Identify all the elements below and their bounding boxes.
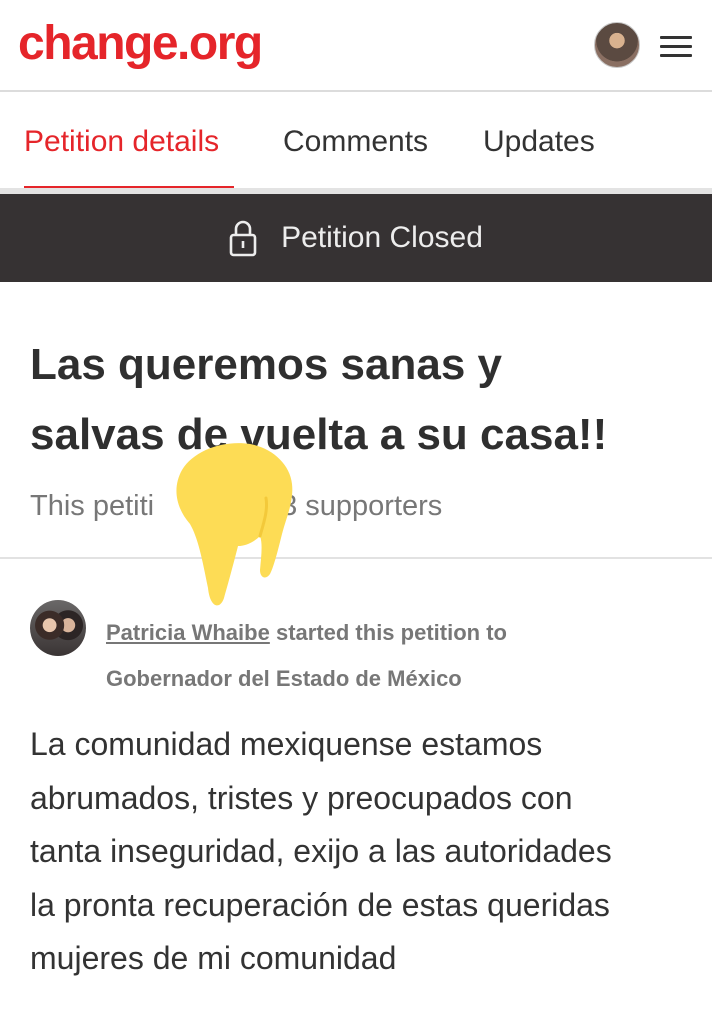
petition-title: Las queremos sanas y salvas de vuelta a … — [30, 330, 690, 470]
petition-title-line-2: salvas de vuelta a su casa!! — [30, 410, 608, 459]
tab-updates[interactable]: Updates — [483, 124, 595, 160]
description-line: abrumados, tristes y preocupados con — [30, 779, 573, 816]
petition-tabs: Petition details Comments Updates — [0, 94, 712, 190]
top-bar: change.org — [0, 0, 712, 92]
petition-page: change.org Petition details Comments Upd… — [0, 0, 712, 1024]
description-line: la pronta recuperación de estas queridas — [30, 886, 610, 923]
starter-avatar[interactable] — [30, 600, 86, 656]
pointing-hand-emoji-icon — [176, 443, 293, 606]
starter-name-link[interactable]: Patricia Whaibe — [106, 620, 270, 645]
starter-action-text: started this petition to — [269, 620, 507, 645]
supporters-prefix: This petiti — [30, 490, 155, 522]
section-divider — [0, 557, 712, 559]
lock-icon — [229, 220, 257, 257]
hamburger-menu-icon[interactable] — [660, 36, 692, 58]
petition-closed-banner: Petition Closed — [0, 194, 712, 282]
user-avatar[interactable] — [594, 22, 640, 68]
change-org-logo[interactable]: change.org — [18, 14, 263, 74]
petition-starter-info: Patricia Whaibe started this petition to… — [106, 610, 696, 702]
tab-comments[interactable]: Comments — [283, 124, 428, 160]
description-line: tanta inseguridad, exijo a las autoridad… — [30, 833, 612, 869]
supporters-suffix: 3 supporters — [281, 490, 443, 522]
description-line: mujeres de mi comunidad — [30, 940, 397, 976]
petition-target: Gobernador del Estado de México — [106, 666, 462, 691]
petition-title-line-1: Las queremos sanas y — [30, 340, 503, 389]
description-line: La comunidad mexiquense estamos — [30, 726, 543, 762]
petition-status-text: Petition Closed — [281, 221, 483, 254]
petition-description: La comunidad mexiquense estamos abrumado… — [30, 718, 700, 986]
tab-petition-details[interactable]: Petition details — [24, 124, 219, 160]
